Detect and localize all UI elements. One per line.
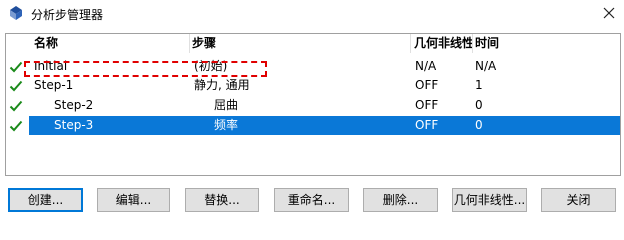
column-header-time[interactable]: 时间 (475, 34, 535, 53)
column-divider[interactable] (189, 34, 190, 53)
step-name: Step-1 (34, 78, 74, 92)
column-divider[interactable] (472, 34, 473, 53)
title-bar[interactable]: 分析步管理器 (0, 0, 624, 28)
selection-highlight (29, 116, 620, 135)
column-divider[interactable] (410, 34, 411, 53)
create-button[interactable]: 创建... (8, 188, 83, 212)
close-icon[interactable] (600, 4, 618, 22)
step-nlgeom: N/A (415, 59, 437, 73)
column-header-name[interactable]: 名称 (34, 34, 189, 53)
delete-button[interactable]: 删除... (363, 188, 438, 212)
step-time: 0 (475, 118, 483, 132)
table-row-selected[interactable]: Step-3 频率 OFF 0 (6, 116, 620, 135)
close-button[interactable]: 关闭 (541, 188, 616, 212)
nlgeom-button[interactable]: 几何非线性... (452, 188, 527, 212)
step-procedure: 频率 (214, 118, 239, 132)
checkmark-icon (9, 80, 23, 92)
step-procedure: 静力, 通用 (194, 78, 250, 92)
checkmark-icon (9, 61, 23, 73)
replace-button[interactable]: 替换... (185, 188, 259, 212)
table-row[interactable]: Step-1 静力, 通用 OFF 1 (6, 76, 620, 95)
rename-button[interactable]: 重命名... (274, 188, 349, 212)
column-header-procedure[interactable]: 步骤 (192, 34, 406, 53)
step-name: Step-3 (54, 118, 94, 132)
table-row[interactable]: Step-2 屈曲 OFF 0 (6, 96, 620, 115)
step-name: Step-2 (54, 98, 94, 112)
column-header-nlgeom[interactable]: 几何非线性 (414, 34, 472, 53)
window-title: 分析步管理器 (31, 8, 104, 22)
step-time: 1 (475, 78, 483, 92)
checkmark-icon (9, 100, 23, 112)
step-nlgeom: OFF (415, 118, 439, 132)
step-procedure: 屈曲 (214, 98, 239, 112)
steps-table[interactable]: 名称 步骤 几何非线性 时间 Initial (初始) N/A N/A Step… (5, 33, 621, 176)
step-nlgeom: OFF (415, 98, 439, 112)
step-procedure: (初始) (194, 59, 228, 73)
step-time: 0 (475, 98, 483, 112)
step-manager-dialog: 分析步管理器 名称 步骤 几何非线性 时间 Initial (初始) N/A N… (0, 0, 624, 213)
step-time: N/A (475, 59, 497, 73)
edit-button[interactable]: 编辑... (97, 188, 170, 212)
table-row[interactable]: Initial (初始) N/A N/A (6, 57, 620, 76)
app-icon (10, 6, 22, 20)
step-name: Initial (34, 59, 68, 73)
checkmark-icon (9, 120, 23, 132)
step-nlgeom: OFF (415, 78, 439, 92)
